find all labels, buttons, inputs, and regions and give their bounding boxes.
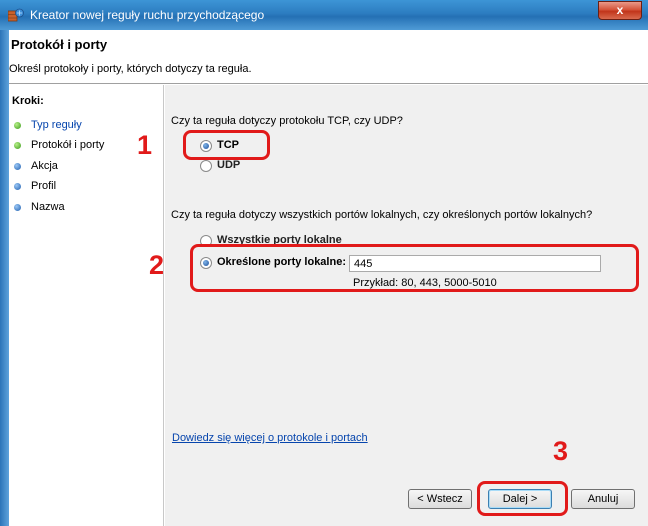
step-label: Akcja	[31, 160, 58, 172]
protocol-question: Czy ta reguła dotyczy protokołu TCP, czy…	[171, 115, 403, 127]
step-name[interactable]: Nazwa	[9, 201, 159, 215]
callout-number-3: 3	[553, 436, 569, 466]
step-status-icon	[14, 183, 21, 190]
window-frame-left	[0, 30, 9, 526]
callout-box-ports	[190, 244, 639, 292]
page-title: Protokół i porty	[11, 37, 108, 52]
step-status-icon	[14, 163, 21, 170]
step-status-icon	[14, 122, 21, 129]
callout-box-tcp	[183, 130, 270, 160]
firewall-rule-wizard-window: Kreator nowej reguły ruchu przychodząceg…	[0, 0, 648, 526]
step-label: Profil	[31, 180, 57, 192]
step-label: Typ reguły	[31, 119, 82, 131]
firewall-icon	[7, 8, 24, 22]
callout-number-1: 1	[137, 130, 153, 160]
callout-box-next	[477, 481, 568, 516]
cancel-button[interactable]: Anuluj	[571, 489, 635, 509]
learn-more-link[interactable]: Dowiedz się więcej o protokole i portach	[172, 432, 368, 444]
step-action[interactable]: Akcja	[9, 160, 159, 174]
callout-number-2: 2	[149, 250, 165, 280]
wizard-header: Protokół i porty Określ protokoły i port…	[9, 30, 648, 84]
udp-label[interactable]: UDP	[217, 159, 240, 171]
step-label: Protokół i porty	[31, 139, 105, 151]
step-label: Nazwa	[31, 201, 65, 213]
back-button[interactable]: < Wstecz	[408, 489, 472, 509]
step-profile[interactable]: Profil	[9, 180, 159, 194]
step-status-icon	[14, 204, 21, 211]
steps-heading: Kroki:	[12, 95, 44, 107]
step-status-icon	[14, 142, 21, 149]
close-button[interactable]: x	[598, 1, 642, 20]
udp-radio[interactable]	[200, 160, 212, 172]
page-description: Określ protokoły i porty, których dotycz…	[9, 63, 252, 75]
ports-question: Czy ta reguła dotyczy wszystkich portów …	[171, 209, 593, 221]
window-title: Kreator nowej reguły ruchu przychodząceg…	[30, 8, 265, 22]
title-bar[interactable]: Kreator nowej reguły ruchu przychodząceg…	[0, 0, 648, 30]
